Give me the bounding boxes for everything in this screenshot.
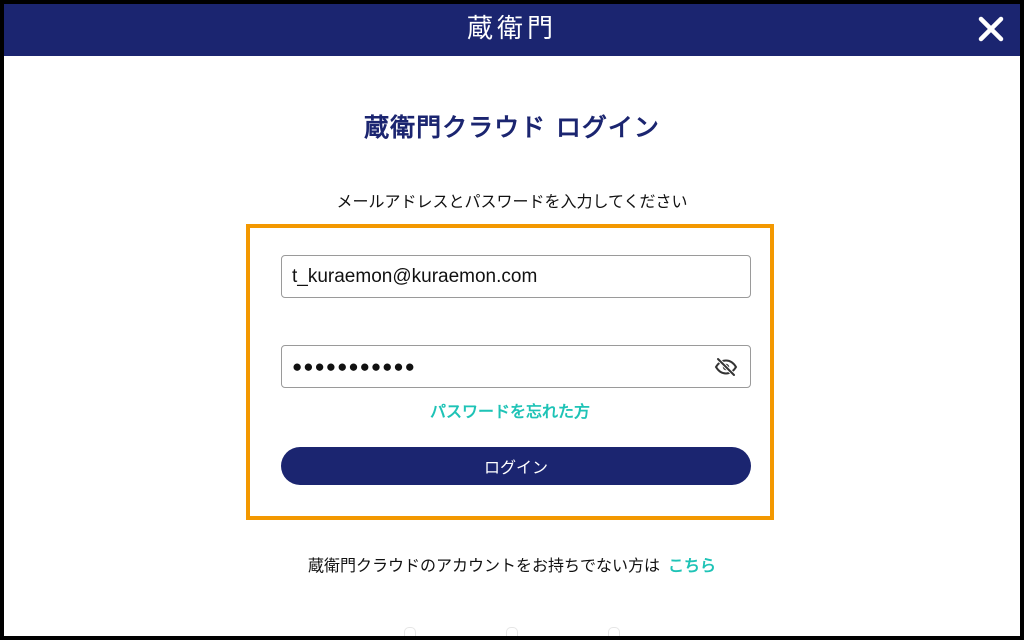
eye-slash-icon[interactable] <box>714 355 738 379</box>
login-button[interactable]: ログイン <box>281 447 751 485</box>
page-title: 蔵衛門クラウド ログイン <box>364 113 660 142</box>
signup-link[interactable]: こちら <box>668 556 716 575</box>
close-icon <box>978 16 1004 42</box>
signup-prompt: 蔵衛門クラウドのアカウントをお持ちでない方は こちら <box>4 552 1020 576</box>
back-nav-icon <box>404 627 416 636</box>
header-bar: 蔵衛門 <box>4 4 1020 56</box>
email-value: t_kuraemon@kuraemon.com <box>292 265 538 287</box>
system-nav-bar <box>4 622 1020 636</box>
home-nav-icon <box>506 627 518 636</box>
login-form-highlight: t_kuraemon@kuraemon.com ●●●●●●●●●●● パスワー… <box>246 224 774 520</box>
app-window: 蔵衛門 蔵衛門クラウド ログイン メールアドレスとパスワードを入力してください … <box>0 0 1024 640</box>
app-logo: 蔵衛門 <box>466 14 557 44</box>
recents-nav-icon <box>608 627 620 636</box>
signup-prompt-text: 蔵衛門クラウドのアカウントをお持ちでない方は <box>307 556 660 575</box>
forgot-password-link[interactable]: パスワードを忘れた方 <box>250 398 770 422</box>
close-button[interactable] <box>972 10 1010 48</box>
password-field[interactable]: ●●●●●●●●●●● <box>281 345 751 388</box>
password-value: ●●●●●●●●●●● <box>292 356 416 376</box>
instruction-text: メールアドレスとパスワードを入力してください <box>336 192 688 211</box>
email-field[interactable]: t_kuraemon@kuraemon.com <box>281 255 751 298</box>
